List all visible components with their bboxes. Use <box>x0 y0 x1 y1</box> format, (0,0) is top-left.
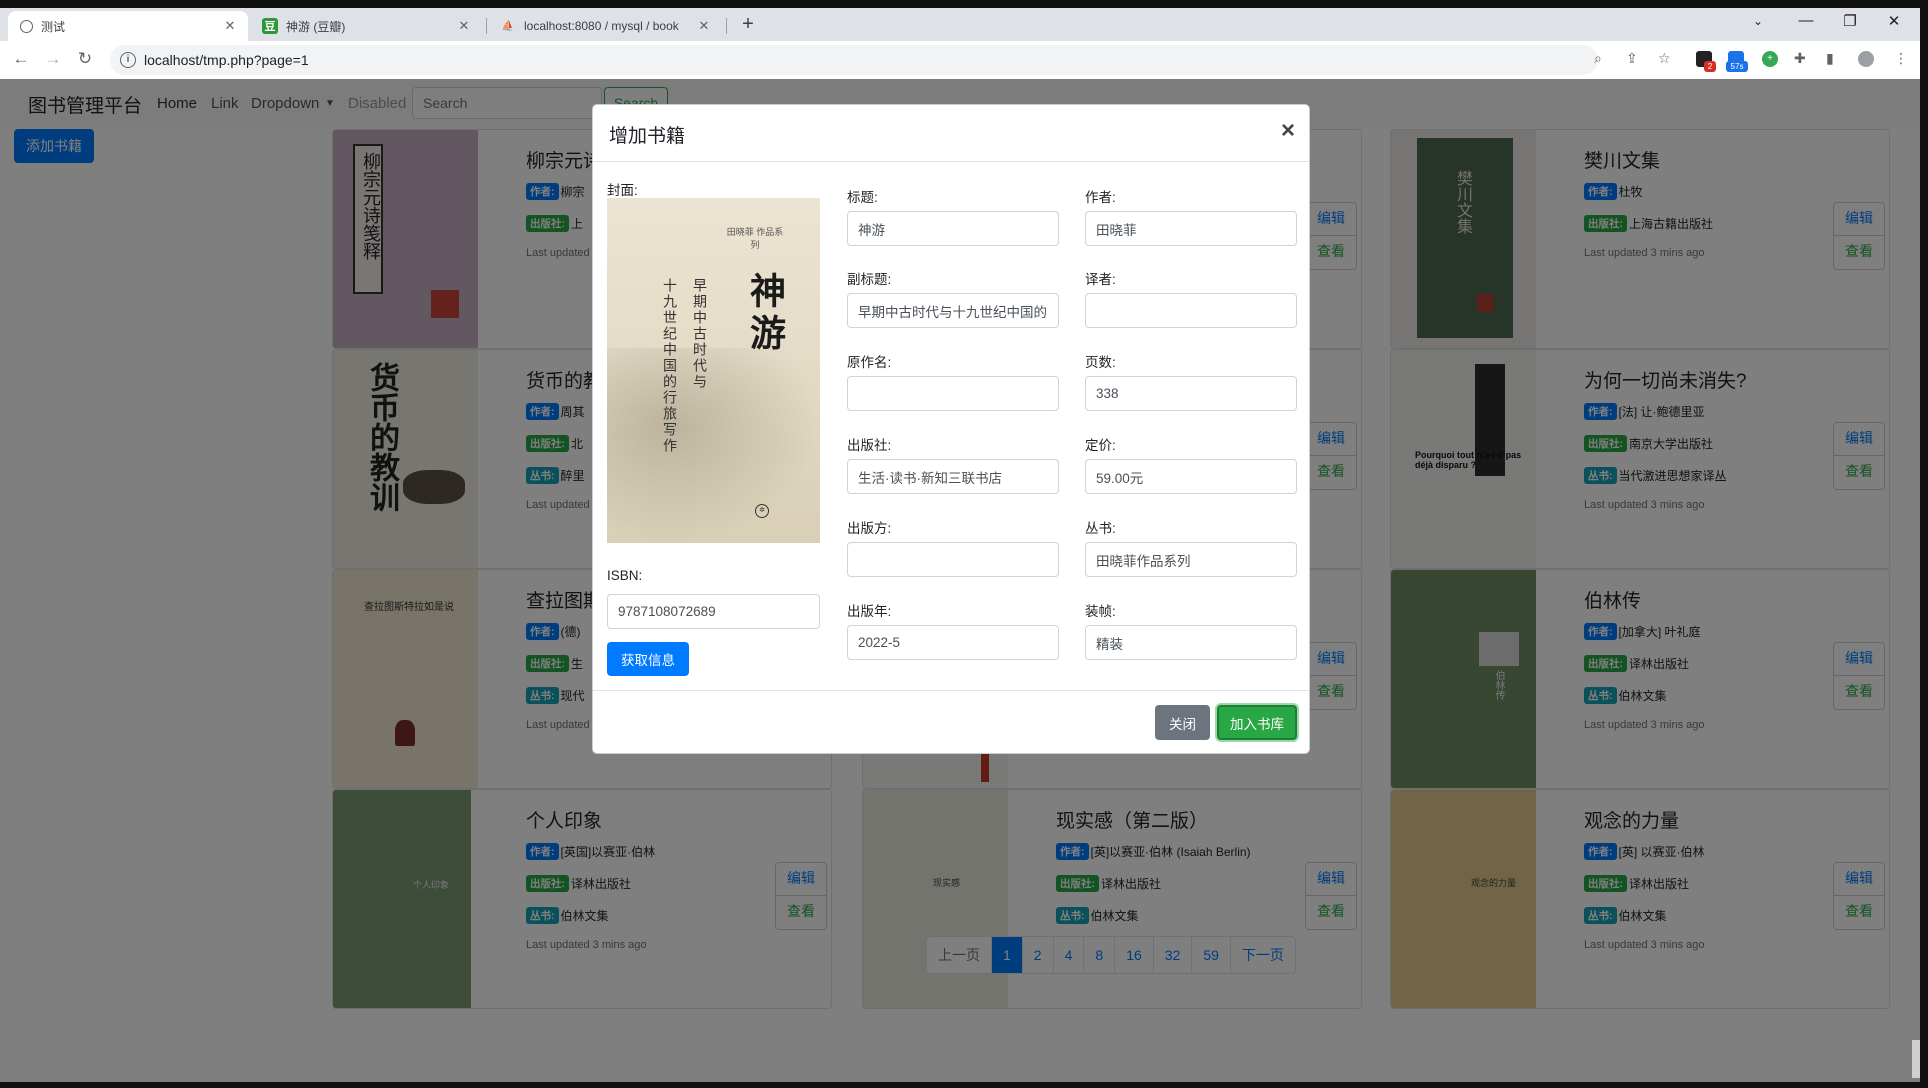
close-button[interactable]: 关闭 <box>1155 705 1210 740</box>
cover-ink-wash <box>607 348 820 543</box>
cover-series-text: 田晓菲 作品系列 <box>726 227 784 250</box>
cover-preview: 田晓菲 作品系列 神游 早期中古时代与 十九世纪中国的行旅写作 ✲ <box>607 198 820 543</box>
publisher-input[interactable] <box>847 459 1059 494</box>
browser-tab-phpmyadmin[interactable]: ⛵ localhost:8080 / mysql / book ✕ <box>488 11 722 41</box>
fetch-info-button[interactable]: 获取信息 <box>607 642 689 676</box>
extension-icon[interactable]: + <box>1762 51 1778 67</box>
browser-tab-test[interactable]: 测试 ✕ <box>8 11 248 41</box>
translator-label: 译者: <box>1085 272 1116 287</box>
close-tab-icon[interactable]: ✕ <box>222 18 238 34</box>
translator-input[interactable] <box>1085 293 1297 328</box>
extensions-puzzle-icon[interactable]: ✚ <box>1794 50 1806 67</box>
forward-icon[interactable]: → <box>42 49 64 69</box>
add-to-library-button[interactable]: 加入书库 <box>1217 705 1297 740</box>
profile-avatar[interactable] <box>1858 51 1874 67</box>
menu-dots-icon[interactable]: ⋮ <box>1894 50 1908 67</box>
close-tab-icon[interactable]: ✕ <box>456 18 472 34</box>
title-label: 标题: <box>847 190 878 205</box>
modal-header: 增加书籍 × <box>593 105 1309 162</box>
cover-seal-icon: ✲ <box>755 504 769 518</box>
cover-label: 封面: <box>607 183 638 198</box>
price-input[interactable] <box>1085 459 1297 494</box>
tab-label: 神游 (豆瓣) <box>286 19 346 34</box>
original-title-label: 原作名: <box>847 355 892 370</box>
pub-year-label: 出版年: <box>847 604 892 619</box>
browser-tab-douban[interactable]: 豆 神游 (豆瓣) ✕ <box>250 11 482 41</box>
cover-subtitle-a: 早期中古时代与 <box>691 278 707 390</box>
subtitle-label: 副标题: <box>847 272 892 287</box>
binding-input[interactable] <box>1085 625 1297 660</box>
extension-badge: 2 <box>1704 61 1716 72</box>
original-title-input[interactable] <box>847 376 1059 411</box>
minimize-icon[interactable]: — <box>1786 12 1826 29</box>
binding-label: 装帧: <box>1085 604 1116 619</box>
add-book-modal: 增加书籍 × 封面: 田晓菲 作品系列 神游 早期中古时代与 十九世纪中国的行旅… <box>592 104 1310 754</box>
modal-footer: 关闭 加入书库 <box>593 690 1309 755</box>
isbn-label: ISBN: <box>607 568 643 583</box>
bookmark-star-icon[interactable]: ☆ <box>1658 50 1671 67</box>
pages-label: 页数: <box>1085 355 1116 370</box>
series-input[interactable] <box>1085 542 1297 577</box>
browser-chrome: 测试 ✕ 豆 神游 (豆瓣) ✕ ⛵ localhost:8080 / mysq… <box>0 8 1920 79</box>
close-icon[interactable]: × <box>1281 117 1295 145</box>
tab-label: localhost:8080 / mysql / book <box>524 19 679 33</box>
modal-title: 增加书籍 <box>609 126 686 147</box>
tab-bar: 测试 ✕ 豆 神游 (豆瓣) ✕ ⛵ localhost:8080 / mysq… <box>0 8 1920 41</box>
url-text: localhost/tmp.php?page=1 <box>144 52 309 68</box>
tab-separator <box>726 18 727 34</box>
subtitle-input[interactable] <box>847 293 1059 328</box>
cover-subtitle-b: 十九世纪中国的行旅写作 <box>661 278 677 454</box>
restore-icon[interactable]: ❐ <box>1830 12 1870 30</box>
series-label: 丛书: <box>1085 521 1116 536</box>
tab-search-icon[interactable]: ⌄ <box>1738 14 1778 28</box>
pages-input[interactable] <box>1085 376 1297 411</box>
author-input[interactable] <box>1085 211 1297 246</box>
isbn-input[interactable] <box>607 594 820 629</box>
back-icon[interactable]: ← <box>10 49 32 69</box>
producer-label: 出版方: <box>847 521 892 536</box>
author-label: 作者: <box>1085 190 1116 205</box>
tab-label: 测试 <box>41 19 66 34</box>
new-tab-icon[interactable]: + <box>736 13 760 36</box>
reload-icon[interactable]: ↻ <box>74 49 96 69</box>
publisher-label: 出版社: <box>847 438 892 453</box>
extension-badge: 57s <box>1726 61 1748 72</box>
zoom-icon[interactable]: ⌕ <box>1594 50 1602 67</box>
price-label: 定价: <box>1085 438 1116 453</box>
producer-input[interactable] <box>847 542 1059 577</box>
site-info-icon[interactable]: i <box>120 52 136 68</box>
pub-year-input[interactable] <box>847 625 1059 660</box>
globe-icon <box>20 19 33 33</box>
cover-big-title: 神游 <box>744 272 786 356</box>
address-bar[interactable]: i localhost/tmp.php?page=1 <box>110 45 1598 75</box>
share-icon[interactable]: ⇪ <box>1626 50 1638 67</box>
browser-toolbar: ← → ↻ i localhost/tmp.php?page=1 ⌕ ⇪ ☆ 2… <box>0 41 1920 79</box>
title-input[interactable] <box>847 211 1059 246</box>
page-scrollbar[interactable] <box>1912 1040 1920 1078</box>
phpmyadmin-icon: ⛵ <box>501 20 515 32</box>
side-panel-icon[interactable]: ▮ <box>1826 50 1834 67</box>
window-close-icon[interactable]: ✕ <box>1874 12 1914 30</box>
douban-icon: 豆 <box>262 18 278 34</box>
tab-separator <box>486 18 487 34</box>
close-tab-icon[interactable]: ✕ <box>696 18 712 34</box>
